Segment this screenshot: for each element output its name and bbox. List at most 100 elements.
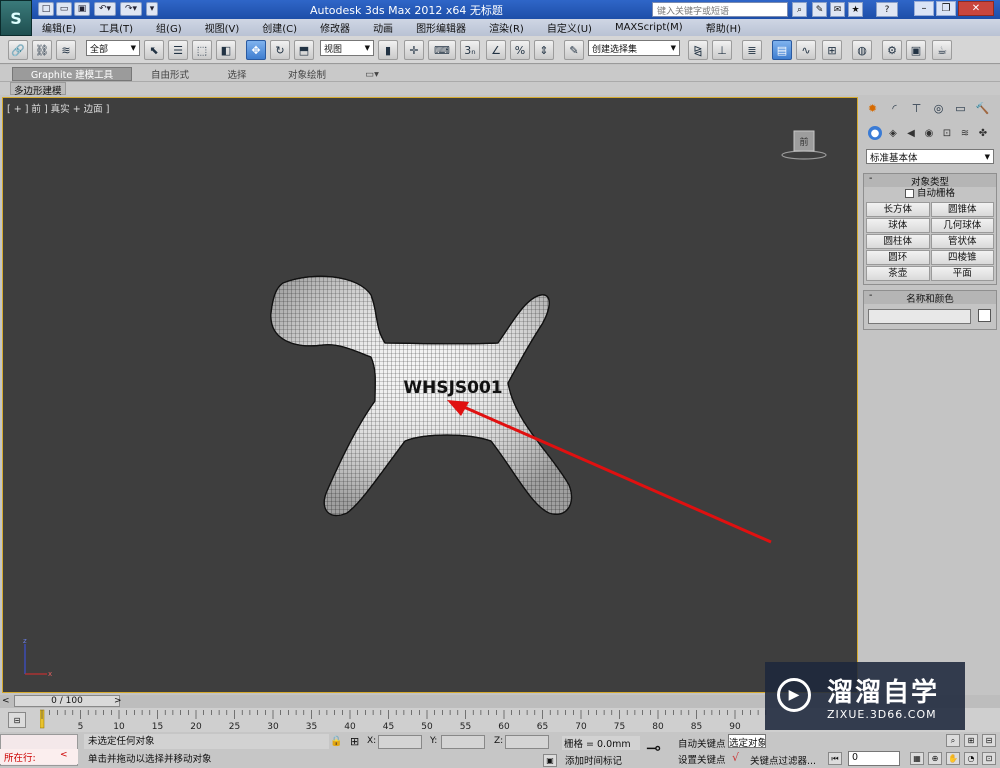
tab-freeform[interactable]: 自由形式 [140,67,200,81]
hierarchy-tab-icon[interactable]: ⊤ [908,100,925,117]
cameras-icon[interactable]: ◉ [922,126,936,140]
menu-animation[interactable]: 动画 [363,20,406,35]
render-production-icon[interactable]: ☕ [932,40,952,60]
pyramid-button[interactable]: 四棱锥 [930,250,994,265]
time-slider-thumb[interactable]: 0 / 100 [14,695,120,707]
redo-icon[interactable]: ↷▾ [120,2,142,16]
reference-coordinate-dropdown[interactable]: 视图 ▼ [320,40,374,56]
select-manipulate-icon[interactable]: ✛ [404,40,424,60]
plane-button[interactable]: 平面 [930,266,994,281]
y-coordinate-field[interactable] [441,735,485,749]
utilities-tab-icon[interactable]: 🔨 [974,100,991,117]
quick-access-dropdown-icon[interactable]: ▾ [146,2,158,16]
angle-snap-icon[interactable]: ∠ [486,40,506,60]
maximize-viewport-icon[interactable]: ⊡ [982,752,996,765]
time-config-icon[interactable]: ▦ [910,752,924,765]
helpers-icon[interactable]: ⊡ [940,126,954,140]
undo-icon[interactable]: ↶▾ [94,2,116,16]
select-and-scale-icon[interactable]: ⬒ [294,40,314,60]
front-viewport[interactable]: [ + ] 前 ] 真实 + 边面 ] 前 z x WHSJS001 [2,97,858,693]
x-coordinate-field[interactable] [378,735,422,749]
cylinder-button[interactable]: 圆柱体 [866,234,930,249]
zoom-icon[interactable]: ⌕ [946,734,960,747]
tab-selection[interactable]: 选择 [212,67,262,81]
absolute-mode-icon[interactable]: ⊞ [350,735,359,748]
select-by-name-icon[interactable]: ☰ [168,40,188,60]
geometry-icon[interactable]: ● [868,126,882,140]
close-icon[interactable]: ✕ [958,1,994,16]
pivot-center-icon[interactable]: ▮ [378,40,398,60]
name-and-color-header[interactable]: - 名称和颜色 [864,290,996,305]
restore-icon[interactable]: ❐ [936,1,956,16]
sphere-button[interactable]: 球体 [866,218,930,233]
menu-customize[interactable]: 自定义(U) [537,20,605,35]
set-key-button[interactable]: 设置关键点 [678,752,726,766]
ribbon-options-icon[interactable]: ▭▾ [360,67,384,81]
mirror-icon[interactable]: ⧎ [688,40,708,60]
menu-tools[interactable]: 工具(T) [89,20,146,35]
tools-icon[interactable]: ✎ [812,2,827,17]
systems-icon[interactable]: ✤ [976,126,990,140]
tab-object-paint[interactable]: 对象绘制 [276,67,338,81]
autogrid-checkbox[interactable]: 自动栅格 [864,187,996,201]
object-name-field[interactable] [868,309,971,324]
communication-icon[interactable]: ✉ [830,2,845,17]
window-crossing-icon[interactable]: ◧ [216,40,236,60]
menu-modifiers[interactable]: 修改器 [310,20,363,35]
time-slider-next-icon[interactable]: > [114,696,122,706]
rendered-frame-icon[interactable]: ▣ [906,40,926,60]
lock-selection-icon[interactable]: 🔒 [330,736,342,747]
curve-editor-icon[interactable]: ∿ [796,40,816,60]
key-mode-dropdown[interactable]: 选定对象 [728,734,766,748]
spinner-snap-icon[interactable]: ⇕ [534,40,554,60]
menu-rendering[interactable]: 渲染(R) [479,20,537,35]
save-icon[interactable]: ▣ [74,2,90,16]
motion-tab-icon[interactable]: ◎ [930,100,947,117]
zoom-extents-icon[interactable]: ⊕ [928,752,942,765]
shapes-icon[interactable]: ◈ [886,126,900,140]
help-icon[interactable]: ? [876,2,898,17]
zoom-extents-all-icon[interactable]: ⊟ [982,734,996,747]
new-file-icon[interactable]: □ [38,2,54,16]
bind-spacewarp-icon[interactable]: ≋ [56,40,76,60]
graphite-toggle-icon[interactable]: ▤ [772,40,792,60]
layer-manager-icon[interactable]: ≣ [742,40,762,60]
goto-start-icon[interactable]: ⏮ [828,752,842,765]
modify-tab-icon[interactable]: ◜ [886,100,903,117]
rectangle-selection-icon[interactable]: ⬚ [192,40,212,60]
percent-snap-icon[interactable]: % [510,40,530,60]
snaps-toggle-icon[interactable]: 3ₙ [460,40,480,60]
geosphere-button[interactable]: 几何球体 [930,218,994,233]
z-coordinate-field[interactable] [505,735,549,749]
search-input[interactable]: 键入关键字或短语 [652,2,788,17]
object-color-swatch[interactable] [978,309,991,322]
mini-curve-editor-icon[interactable]: ⊟ [8,712,26,728]
menu-graph-editors[interactable]: 图形编辑器 [406,20,479,35]
spacewarps-icon[interactable]: ≋ [958,126,972,140]
schematic-view-icon[interactable]: ⊞ [822,40,842,60]
menu-maxscript[interactable]: MAXScript(M) [605,22,696,33]
edit-named-selection-icon[interactable]: ✎ [564,40,584,60]
unlink-icon[interactable]: ⛓ [32,40,52,60]
viewport-label[interactable]: [ + ] 前 ] 真实 + 边面 ] [7,101,109,115]
minimize-icon[interactable]: – [914,1,934,16]
select-and-move-icon[interactable]: ✥ [246,40,266,60]
current-frame-field[interactable]: 0 [848,751,900,766]
menu-edit[interactable]: 编辑(E) [32,20,89,35]
open-file-icon[interactable]: ▭ [56,2,72,16]
tube-button[interactable]: 管状体 [930,234,994,249]
link-icon[interactable]: 🔗 [8,40,28,60]
viewcube-icon[interactable]: 前 [779,128,829,162]
align-icon[interactable]: ⊥ [712,40,732,60]
tab-graphite-modeling[interactable]: Graphite 建模工具 [12,67,132,81]
cone-button[interactable]: 圆锥体 [930,202,994,217]
add-time-tag[interactable]: 添加时间标记 [565,753,622,767]
render-setup-icon[interactable]: ⚙ [882,40,902,60]
menu-create[interactable]: 创建(C) [252,20,310,35]
primitive-type-dropdown[interactable]: 标准基本体 ▼ [866,149,994,164]
binoculars-icon[interactable]: ⌕ [792,2,807,17]
select-object-icon[interactable]: ⬉ [144,40,164,60]
zoom-all-icon[interactable]: ⊞ [964,734,978,747]
key-filters-button[interactable]: 关键点过滤器... [750,753,816,767]
keyboard-shortcut-toggle-icon[interactable]: ⌨ [428,40,456,60]
